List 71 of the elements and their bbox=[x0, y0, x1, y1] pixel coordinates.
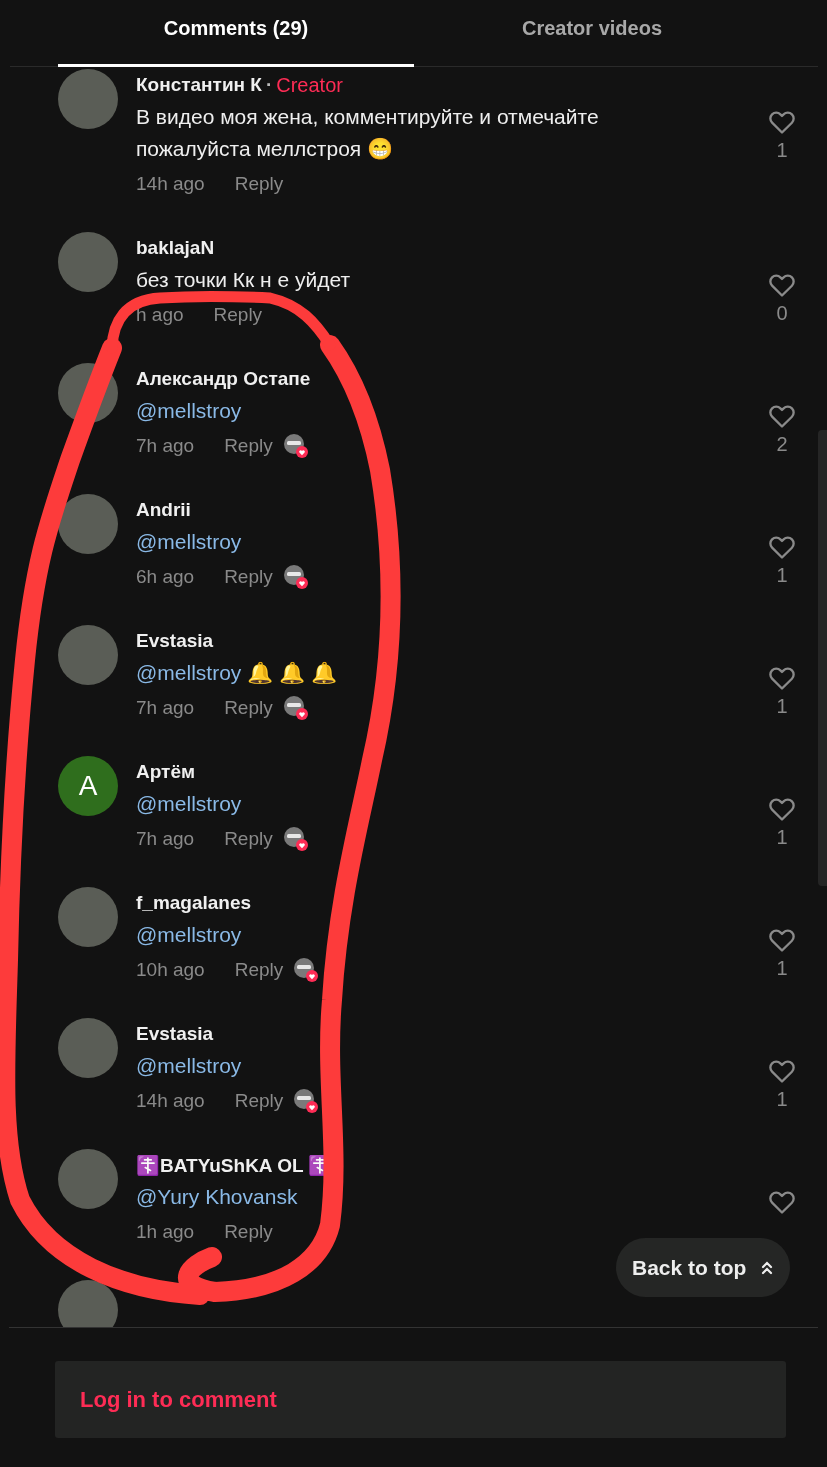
heart-icon[interactable] bbox=[768, 1058, 796, 1084]
username[interactable]: Артём bbox=[136, 761, 195, 783]
username[interactable]: f_magalanes bbox=[136, 892, 252, 914]
mention-link[interactable]: @mellstroy bbox=[136, 792, 242, 815]
avatar-photo-placeholder[interactable] bbox=[58, 1280, 118, 1327]
comment-time: 7h ago bbox=[136, 828, 195, 850]
mention-link[interactable]: @mellstroy bbox=[136, 530, 242, 553]
username[interactable]: ☦BATYuShKA OL bbox=[136, 1153, 304, 1177]
mention-link[interactable]: @mellstroy bbox=[136, 1054, 242, 1077]
username[interactable]: Evstasia bbox=[136, 1023, 214, 1045]
avatar-photo-placeholder[interactable] bbox=[58, 625, 118, 685]
like-count: 1 bbox=[776, 564, 788, 587]
tab[interactable]: Comments (29) bbox=[58, 0, 414, 67]
comment-text: В видео моя жена, комментируйте и отмечайте пожалуйста меллстроя 😁 bbox=[136, 105, 599, 160]
mention-link[interactable]: @mellstroy bbox=[136, 399, 242, 422]
like-count: 0 bbox=[776, 302, 788, 325]
avatar-photo-placeholder[interactable] bbox=[58, 887, 118, 947]
like-count: 2 bbox=[776, 433, 788, 456]
like-count: 1 bbox=[776, 1088, 788, 1111]
reply-button[interactable]: Reply bbox=[234, 959, 284, 981]
username[interactable]: Александр Остапе bbox=[136, 368, 311, 390]
double-chevron-up-icon bbox=[760, 1259, 775, 1276]
username[interactable]: Константин К bbox=[136, 74, 262, 96]
mention-link[interactable]: @mellstroy bbox=[136, 661, 242, 684]
comment-time: 14h ago bbox=[136, 1090, 205, 1112]
creator-label: Creator bbox=[276, 73, 343, 97]
reply-button[interactable]: Reply bbox=[224, 566, 273, 588]
username[interactable]: Andrii bbox=[136, 499, 191, 521]
tab[interactable]: Creator videos bbox=[414, 0, 770, 67]
like-count: 1 bbox=[776, 957, 788, 980]
comment-time: 6h ago bbox=[136, 566, 195, 588]
avatar-photo-placeholder[interactable] bbox=[58, 69, 118, 129]
heart-icon[interactable] bbox=[768, 1189, 796, 1215]
heart-icon[interactable] bbox=[768, 665, 796, 691]
comment-time: 7h ago bbox=[136, 435, 195, 457]
comment-text: 🔔 🔔 🔔 bbox=[247, 661, 337, 684]
comment-login-field[interactable]: Log in to comment bbox=[55, 1361, 786, 1438]
avatar-photo-placeholder[interactable] bbox=[58, 494, 118, 554]
like-count: 1 bbox=[776, 139, 788, 162]
mention-link[interactable]: @Yury Khovansk bbox=[136, 1185, 298, 1208]
reply-button[interactable]: Reply bbox=[234, 1090, 284, 1112]
reply-button[interactable]: Reply bbox=[213, 304, 263, 326]
reply-button[interactable]: Reply bbox=[224, 828, 273, 850]
like-count: 1 bbox=[776, 826, 788, 849]
heart-icon[interactable] bbox=[768, 796, 796, 822]
comment-time: 7h ago bbox=[136, 697, 195, 719]
reply-button[interactable]: Reply bbox=[224, 435, 273, 457]
heart-icon[interactable] bbox=[768, 109, 796, 135]
reply-button[interactable]: Reply bbox=[234, 173, 284, 195]
heart-icon[interactable] bbox=[768, 927, 796, 953]
user-avatar[interactable]: A bbox=[58, 756, 118, 816]
heart-icon[interactable] bbox=[768, 272, 796, 298]
avatar-photo-placeholder[interactable] bbox=[58, 1018, 118, 1078]
username[interactable]: Evstasia bbox=[136, 630, 214, 652]
avatar-photo-placeholder[interactable] bbox=[58, 232, 118, 292]
username[interactable]: baklajaN bbox=[136, 237, 215, 259]
login-link[interactable]: Log in to comment bbox=[80, 1386, 277, 1413]
comment-time: h ago bbox=[136, 304, 184, 326]
avatar-photo-placeholder[interactable] bbox=[58, 1149, 118, 1209]
comment-text: без точки Кк н е уйдет bbox=[136, 268, 351, 291]
separator-dot: · bbox=[265, 74, 273, 96]
mention-link[interactable]: @mellstroy bbox=[136, 923, 242, 946]
heart-icon[interactable] bbox=[768, 534, 796, 560]
like-count: 1 bbox=[776, 695, 788, 718]
back-to-top-button[interactable]: Back to top bbox=[616, 1238, 791, 1297]
reply-button[interactable]: Reply bbox=[224, 697, 273, 719]
comment-time: 14h ago bbox=[136, 173, 205, 195]
reply-button[interactable]: Reply bbox=[224, 1221, 273, 1243]
comment-time: 1h ago bbox=[136, 1221, 195, 1243]
heart-icon[interactable] bbox=[768, 403, 796, 429]
comment-time: 10h ago bbox=[136, 959, 205, 981]
